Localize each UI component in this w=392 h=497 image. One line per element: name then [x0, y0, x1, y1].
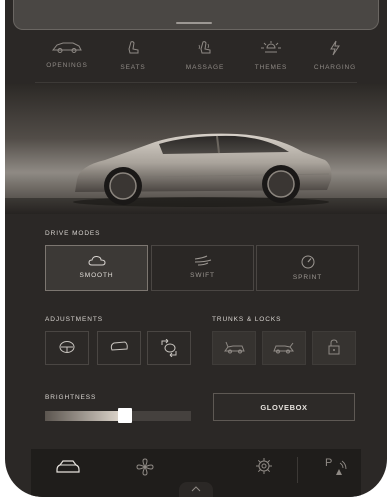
bottom-settings-button[interactable] [255, 457, 273, 480]
massage-seat-icon [198, 41, 211, 54]
car-image [73, 133, 332, 207]
adjustments-title: ADJUSTMENTS [45, 316, 103, 323]
frunk-button[interactable] [212, 331, 256, 365]
drive-mode-smooth-button[interactable]: SMOOTH [45, 245, 148, 291]
drive-mode-sprint-button[interactable]: SPRINT [256, 245, 359, 291]
steering-wheel-icon [59, 341, 75, 353]
lock-icon [328, 339, 340, 355]
steering-column-icon [161, 339, 177, 357]
drive-mode-swift-button[interactable]: SWIFT [151, 245, 254, 291]
mirror-button[interactable] [97, 331, 141, 365]
nav-item-massage[interactable]: MASSAGE [167, 36, 243, 71]
sheet-handle[interactable] [176, 22, 212, 24]
glovebox-button[interactable]: GLOVEBOX [213, 393, 355, 421]
nav-item-openings[interactable]: OPENINGS [29, 36, 105, 69]
car-openings-icon [51, 42, 82, 53]
mode-label: SPRINT [292, 274, 323, 281]
lightning-icon [330, 40, 340, 56]
pull-down-sheet[interactable] [13, 0, 379, 30]
wind-icon [194, 255, 211, 266]
nav-label: CHARGING [313, 64, 357, 71]
car-icon [56, 460, 80, 473]
seat-icon [128, 41, 139, 54]
divider [297, 457, 298, 483]
trunk-icon [273, 342, 294, 354]
nav-label: OPENINGS [46, 62, 88, 69]
chevron-up-icon [191, 486, 201, 492]
trunks-locks-title: TRUNKS & LOCKS [212, 316, 282, 323]
bottom-climate-button[interactable] [135, 457, 155, 482]
steering-column-button[interactable] [147, 331, 191, 365]
bottom-park-assist-button[interactable]: P [325, 457, 347, 482]
mirror-icon [110, 341, 128, 351]
trunk-button[interactable] [262, 331, 306, 365]
bottom-pull-tab[interactable] [179, 482, 213, 497]
park-label: P [325, 457, 333, 469]
speedometer-icon [301, 255, 314, 269]
brightness-slider-thumb[interactable] [118, 408, 133, 423]
divider [35, 82, 357, 83]
cloud-icon [87, 255, 106, 266]
nav-item-charging[interactable]: CHARGING [297, 36, 373, 71]
lock-button[interactable] [312, 331, 356, 365]
drive-modes-title: DRIVE MODES [45, 230, 101, 237]
sun-lamp-icon [261, 41, 281, 53]
nav-item-seats[interactable]: SEATS [95, 36, 171, 71]
nav-label: MASSAGE [185, 64, 225, 71]
bottom-car-button[interactable] [55, 457, 81, 480]
nav-label: SEATS [120, 64, 146, 71]
fan-icon [136, 458, 154, 476]
top-nav: OPENINGS SEATS MASSAGE THEMES CHARGING [5, 36, 387, 82]
gear-icon [256, 458, 272, 474]
steering-wheel-button[interactable] [45, 331, 89, 365]
mode-label: SWIFT [190, 272, 215, 279]
frunk-icon [224, 341, 245, 354]
brightness-title: BRIGHTNESS [45, 394, 97, 401]
mode-label: SMOOTH [79, 272, 114, 279]
brightness-fill [45, 411, 126, 421]
app-screen: OPENINGS SEATS MASSAGE THEMES CHARGING D… [5, 0, 387, 497]
